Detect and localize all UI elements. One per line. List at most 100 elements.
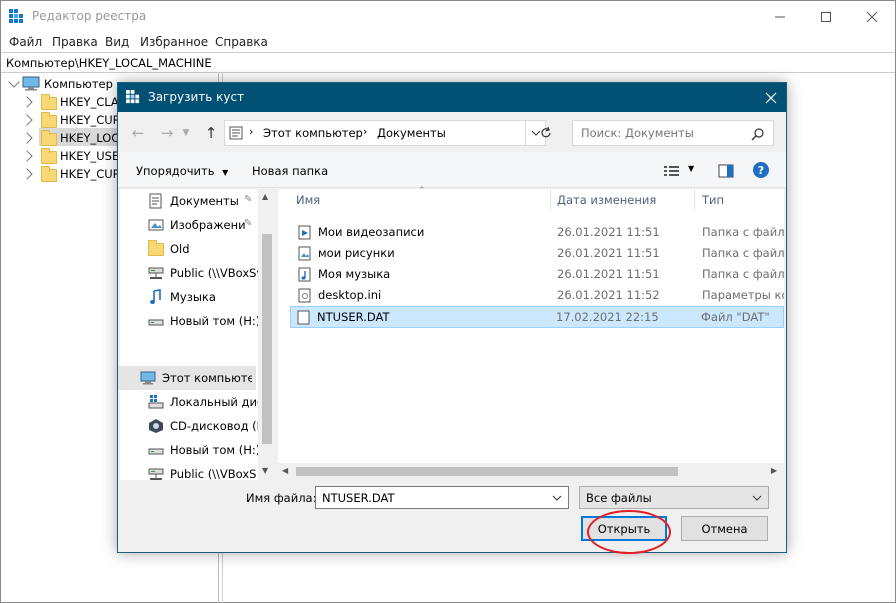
- menu-file[interactable]: Файл: [9, 35, 42, 49]
- menu-edit[interactable]: Правка: [52, 35, 98, 49]
- command-bar: Упорядочить ▼ Новая папка ▼ ?: [118, 152, 786, 188]
- file-type: Файл "DAT": [701, 310, 770, 324]
- expand-icon[interactable]: [21, 168, 33, 180]
- scroll-right-icon[interactable]: ▶: [771, 466, 777, 475]
- menu-bar: Файл Правка Вид Избранное Справка: [1, 32, 895, 52]
- expand-icon[interactable]: [21, 114, 33, 126]
- chevron-right-icon: ›: [249, 125, 254, 138]
- documents-icon: [149, 193, 162, 209]
- maximize-button[interactable]: [803, 1, 849, 32]
- expand-icon[interactable]: [21, 96, 33, 108]
- nav-item-public-network[interactable]: Public (\\VBoxSv: [118, 261, 260, 285]
- folder-icon: [41, 148, 57, 164]
- nav-scrollbar[interactable]: ▲ ▼: [258, 189, 275, 480]
- dat-file-icon: [297, 310, 310, 325]
- filename-value: NTUSER.DAT: [322, 491, 395, 505]
- nav-item-label: Новый том (H:): [170, 314, 260, 328]
- column-name[interactable]: Имя: [296, 193, 320, 207]
- recent-locations-button[interactable]: ▼: [180, 124, 192, 142]
- pictures-folder-icon: [298, 246, 311, 261]
- file-type-filter[interactable]: Все файлы: [579, 486, 769, 509]
- menu-favorites[interactable]: Избранное: [140, 35, 208, 49]
- nav-item-old[interactable]: Old: [118, 237, 256, 261]
- video-folder-icon: [298, 225, 311, 240]
- close-icon: [866, 11, 878, 22]
- nav-item-new-volume-2[interactable]: Новый том (H:): [118, 438, 260, 462]
- column-date[interactable]: Дата изменения: [557, 193, 656, 207]
- nav-item-public-network-2[interactable]: Public (\\VBoxSv: [118, 462, 256, 480]
- cd-drive-icon: [149, 419, 163, 433]
- file-type: Папка с файлами: [702, 225, 784, 239]
- maximize-icon: [821, 11, 831, 22]
- column-type[interactable]: Тип: [702, 193, 724, 207]
- back-button[interactable]: ←: [127, 124, 149, 142]
- filename-input[interactable]: NTUSER.DAT: [315, 486, 569, 509]
- pin-icon[interactable]: ✎: [244, 194, 252, 205]
- file-row-pictures[interactable]: мои рисунки 26.01.2021 11:51 Папка с фай…: [292, 243, 784, 264]
- file-date: 26.01.2021 11:51: [557, 225, 660, 239]
- file-name: desktop.ini: [318, 288, 382, 302]
- minimize-icon: [775, 16, 785, 17]
- scroll-left-icon[interactable]: ◀: [282, 466, 288, 475]
- menu-view[interactable]: Вид: [105, 35, 129, 49]
- nav-item-new-volume[interactable]: Новый том (H:): [118, 309, 260, 333]
- expand-icon[interactable]: [21, 132, 33, 144]
- collapse-icon[interactable]: [8, 76, 20, 88]
- file-row-ntuser-dat[interactable]: NTUSER.DAT 17.02.2021 22:15 Файл "DAT": [290, 306, 784, 328]
- expand-icon[interactable]: [21, 150, 33, 162]
- folder-icon: [41, 130, 57, 146]
- scroll-thumb[interactable]: [296, 467, 678, 476]
- nav-item-music[interactable]: Музыка: [118, 285, 256, 309]
- address-text: Компьютер\HKEY_LOCAL_MACHINE: [6, 56, 212, 70]
- file-name: Мои видеозаписи: [318, 225, 425, 239]
- tree-item-label: HKEY_CUR: [60, 167, 118, 181]
- address-bar[interactable]: Компьютер\HKEY_LOCAL_MACHINE: [1, 52, 895, 73]
- refresh-button[interactable]: [531, 120, 561, 146]
- path-segment-documents[interactable]: Документы: [377, 126, 446, 140]
- chevron-down-icon[interactable]: ▼: [688, 164, 694, 173]
- music-folder-icon: [298, 267, 311, 282]
- chevron-down-icon[interactable]: [552, 495, 562, 502]
- computer-icon: [140, 371, 156, 385]
- scroll-up-icon[interactable]: ▲: [262, 192, 268, 201]
- organize-button[interactable]: Упорядочить ▼: [136, 164, 228, 178]
- nav-item-cd-drive[interactable]: CD-дисковод (E: [118, 414, 260, 438]
- dialog-close-button[interactable]: [756, 83, 786, 112]
- scroll-thumb[interactable]: [262, 234, 272, 444]
- nav-item-this-pc[interactable]: Этот компьютер: [118, 366, 256, 390]
- menu-help[interactable]: Справка: [215, 35, 268, 49]
- cancel-button[interactable]: Отмена: [681, 516, 768, 541]
- path-segment-this-pc[interactable]: Этот компьютер: [263, 126, 363, 140]
- forward-button[interactable]: →: [156, 124, 178, 142]
- file-row-music[interactable]: Моя музыка 26.01.2021 11:51 Папка с файл…: [292, 264, 784, 285]
- chevron-down-icon: ▼: [182, 128, 190, 138]
- preview-pane-icon[interactable]: [718, 164, 734, 178]
- horizontal-scrollbar[interactable]: ◀ ▶: [278, 463, 784, 480]
- column-divider[interactable]: [694, 189, 695, 211]
- minimize-button[interactable]: [757, 1, 803, 32]
- load-hive-dialog: Загрузить куст ← → ▼ ↑ › Этот компьютер …: [117, 82, 787, 554]
- file-row-desktop-ini[interactable]: desktop.ini 26.01.2021 11:52 Параметры к…: [292, 285, 784, 306]
- nav-item-pictures[interactable]: Изображени ✎: [118, 213, 256, 237]
- nav-item-documents[interactable]: Документы ✎: [118, 189, 256, 213]
- nav-item-local-disk[interactable]: Локальный дис: [118, 390, 260, 414]
- close-icon: [765, 92, 777, 103]
- help-icon[interactable]: ?: [752, 161, 770, 179]
- path-bar[interactable]: › Этот компьютер › Документы: [224, 120, 526, 146]
- folder-icon: [41, 166, 57, 182]
- up-button[interactable]: ↑: [200, 124, 222, 142]
- close-button[interactable]: [849, 1, 895, 32]
- scroll-down-icon[interactable]: ▼: [262, 466, 268, 475]
- file-name: мои рисунки: [318, 246, 395, 260]
- app-title: Редактор реестра: [32, 9, 147, 23]
- pin-icon[interactable]: ✎: [244, 218, 252, 229]
- file-row-videos[interactable]: Мои видеозаписи 26.01.2021 11:51 Папка с…: [292, 222, 784, 243]
- file-date: 26.01.2021 11:51: [557, 246, 660, 260]
- column-divider[interactable]: [550, 189, 551, 211]
- search-input[interactable]: Поиск: Документы: [572, 120, 774, 146]
- nav-item-label: Old: [170, 242, 190, 256]
- folder-icon: [41, 112, 57, 128]
- view-options-icon[interactable]: [663, 164, 681, 178]
- arrow-right-icon: →: [160, 124, 174, 142]
- new-folder-button[interactable]: Новая папка: [252, 164, 328, 178]
